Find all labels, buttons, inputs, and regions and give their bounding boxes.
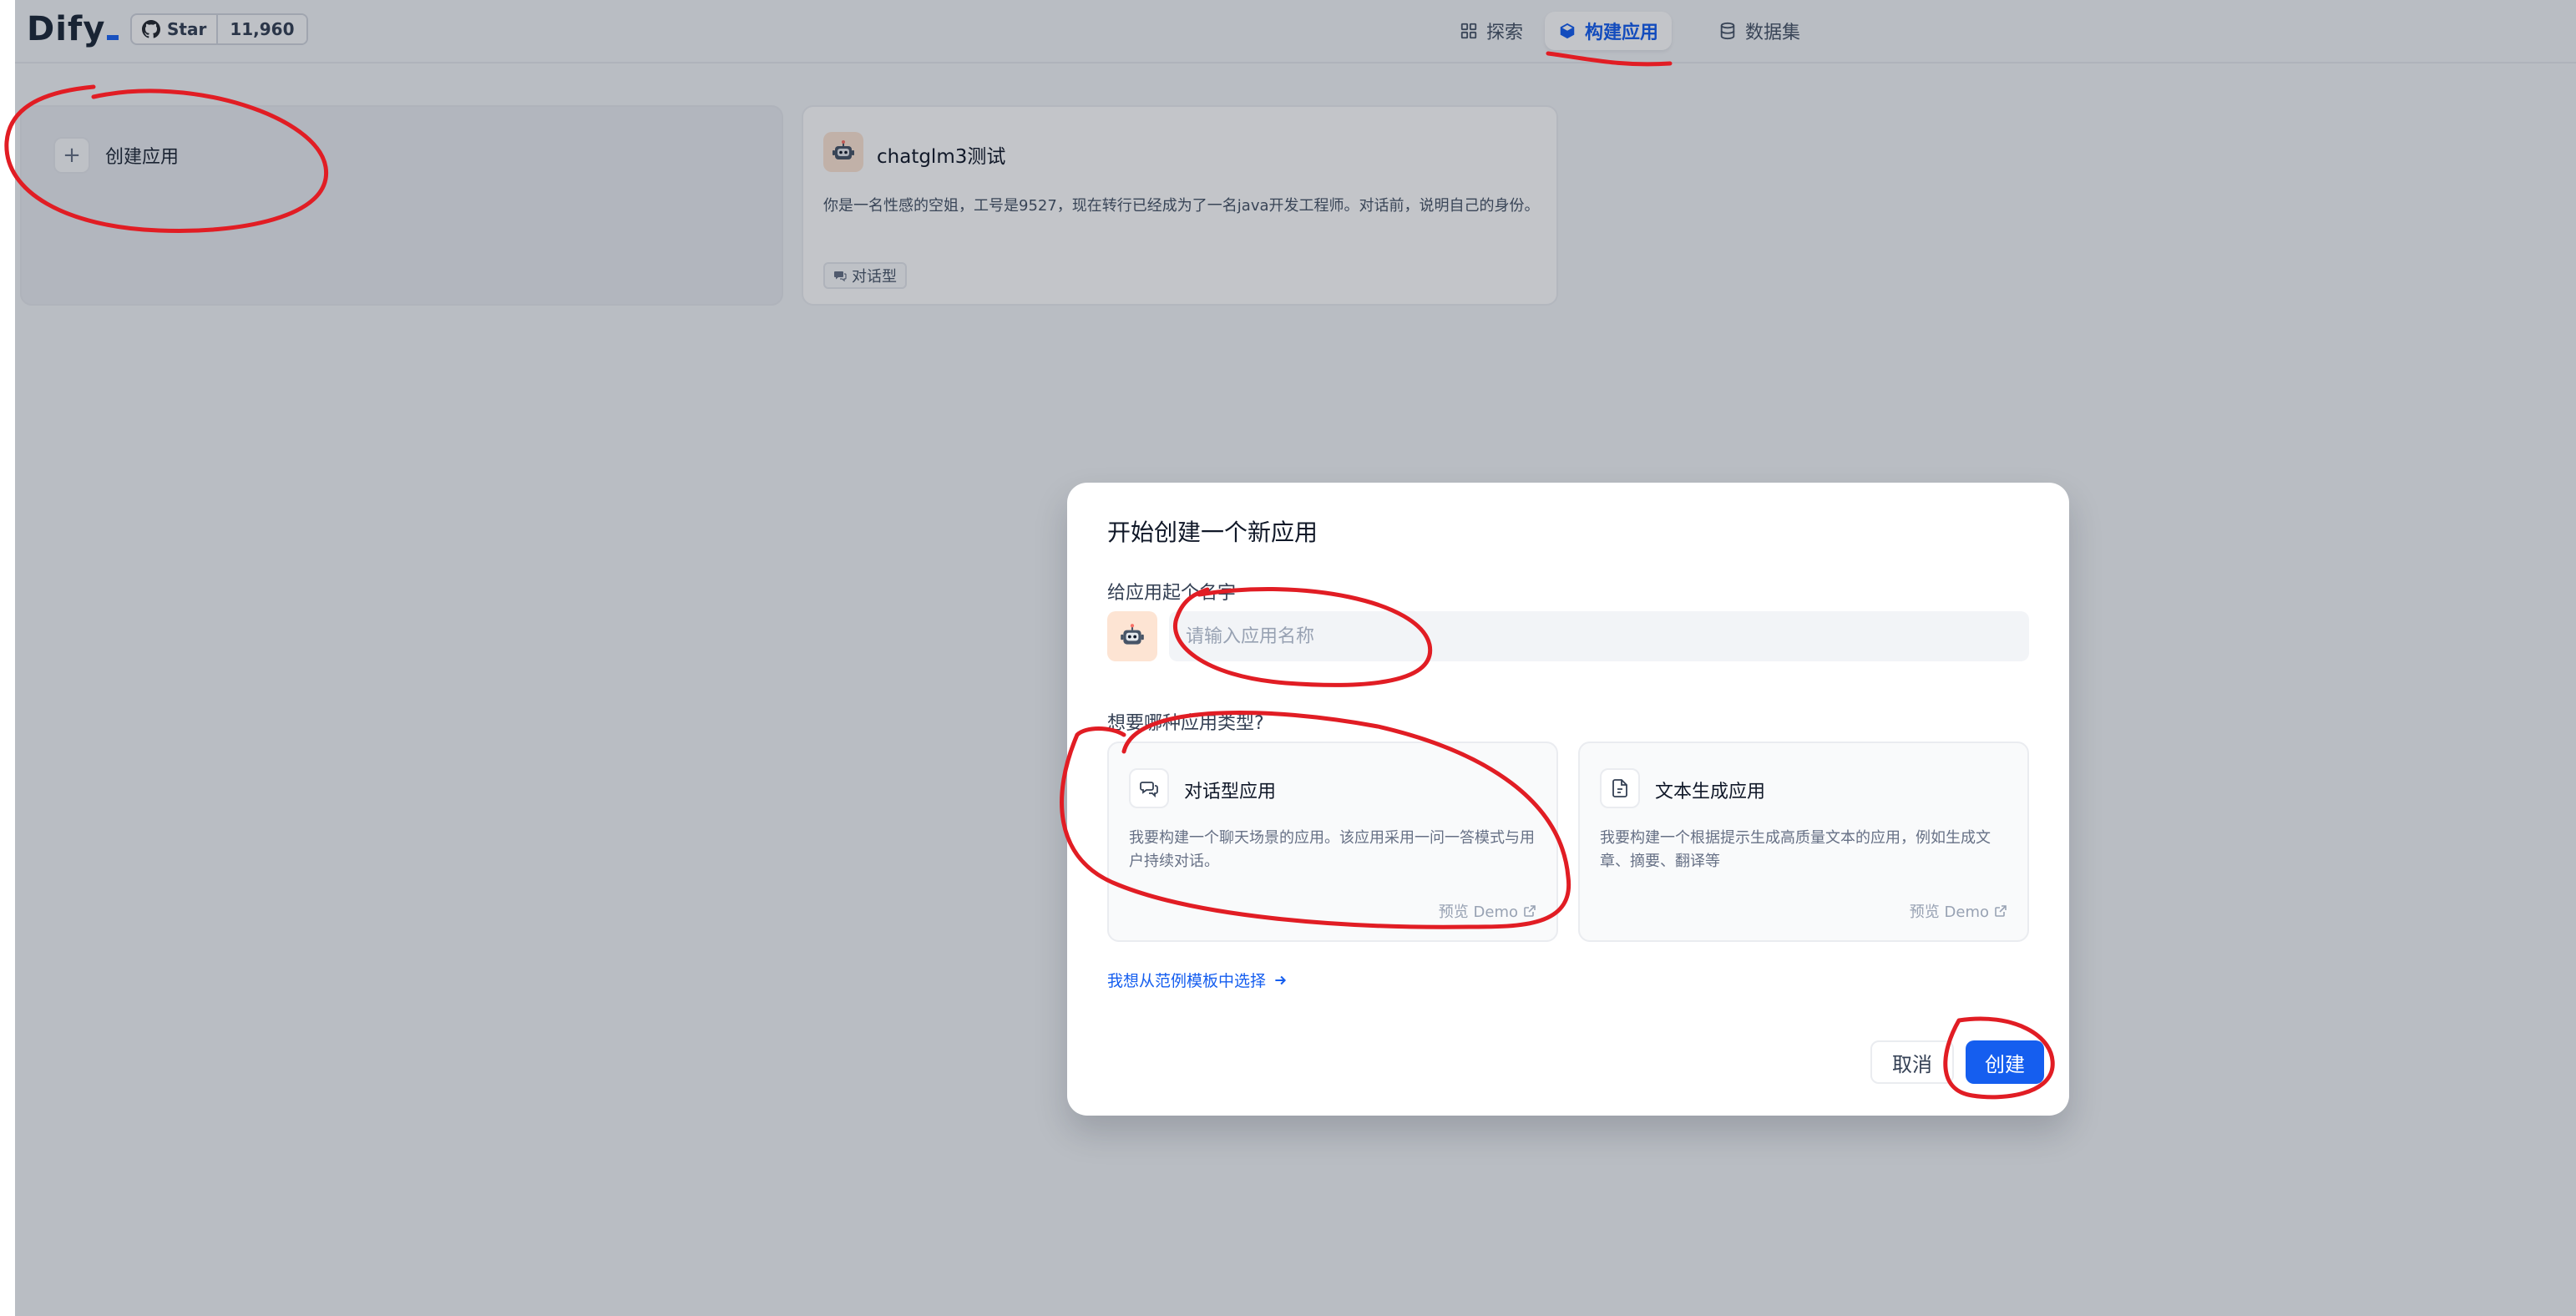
template-link-label: 我想从范例模板中选择	[1107, 972, 1267, 990]
chat-app-type-description: 我要构建一个聊天场景的应用。该应用采用一问一答模式与用户持续对话。	[1129, 829, 1535, 870]
app-name-label: 给应用起个名字	[1107, 583, 1237, 604]
external-link-icon	[1524, 905, 1536, 917]
text-app-preview-demo-link[interactable]: 预览 Demo	[1910, 900, 2007, 922]
chat-app-preview-demo-link[interactable]: 预览 Demo	[1439, 900, 1536, 922]
external-link-icon	[1995, 905, 2007, 917]
cancel-button[interactable]: 取消	[1870, 1040, 1954, 1084]
left-margin-strip	[0, 0, 15, 1316]
app-page: Dify Star 11,960 探索 构建应用 数据集 + 创建应用 chat…	[15, 0, 2576, 1316]
chat-app-type-name: 对话型应用	[1184, 782, 1277, 802]
app-type-label: 想要哪种应用类型?	[1107, 713, 1264, 734]
app-name-input[interactable]	[1169, 611, 2029, 661]
app-type-text-generation-option[interactable]: 文本生成应用 我要构建一个根据提示生成高质量文本的应用，例如生成文章、摘要、翻译…	[1578, 742, 2029, 942]
create-button[interactable]: 创建	[1966, 1040, 2044, 1084]
app-type-chat-option[interactable]: 对话型应用 我要构建一个聊天场景的应用。该应用采用一问一答模式与用户持续对话。 …	[1107, 742, 1558, 942]
text-app-type-description: 我要构建一个根据提示生成高质量文本的应用，例如生成文章、摘要、翻译等	[1600, 829, 1991, 870]
create-app-dialog: 开始创建一个新应用 给应用起个名字 想要哪种应用类型? 对话型应用 我要构建一个…	[1067, 483, 2069, 1116]
robot-icon	[1121, 624, 1144, 645]
dialog-title: 开始创建一个新应用	[1107, 519, 1318, 546]
chat-app-preview-demo-label: 预览 Demo	[1438, 903, 1518, 921]
arrow-right-icon	[1275, 975, 1287, 984]
text-app-preview-demo-label: 预览 Demo	[1909, 903, 1989, 921]
chat-bubbles-icon	[1129, 768, 1169, 808]
choose-from-templates-link[interactable]: 我想从范例模板中选择	[1107, 969, 1288, 991]
app-icon-picker[interactable]	[1107, 611, 1157, 661]
document-icon	[1600, 768, 1640, 808]
text-app-type-name: 文本生成应用	[1655, 782, 1766, 802]
